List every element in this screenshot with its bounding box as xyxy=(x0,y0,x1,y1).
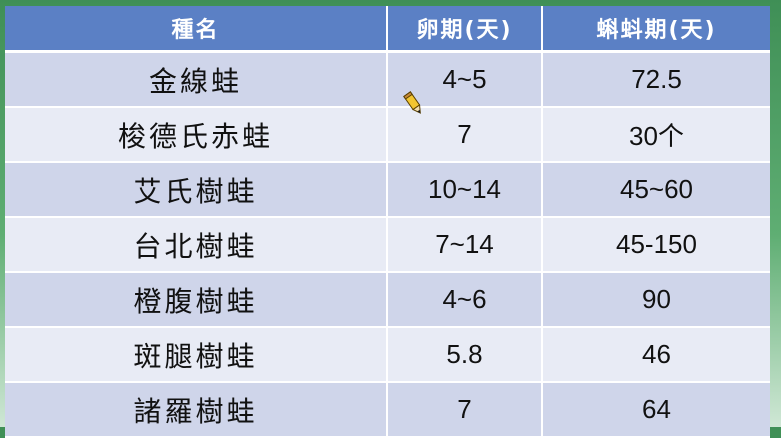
egg-period-cell: 7~14 xyxy=(387,217,543,273)
header-species: 種名 xyxy=(5,6,388,53)
species-cell: 艾氏樹蛙 xyxy=(5,162,388,218)
header-row: 種名 卵期(天) 蝌蚪期(天) xyxy=(5,6,770,53)
header-egg-period: 卵期(天) xyxy=(387,6,543,53)
tadpole-period-cell: 90 xyxy=(542,272,770,328)
tadpole-period-cell: 45-150 xyxy=(542,217,770,273)
table-row: 諸羅樹蛙 7 64 xyxy=(5,382,770,438)
table-row: 台北樹蛙 7~14 45-150 xyxy=(5,217,770,273)
egg-period-cell: 4~6 xyxy=(387,272,543,328)
species-cell: 橙腹樹蛙 xyxy=(5,272,388,328)
pencil-icon[interactable] xyxy=(403,90,425,118)
egg-period-cell: 5.8 xyxy=(387,327,543,383)
slide: 種名 卵期(天) 蝌蚪期(天) 金線蛙 4~5 72.5 梭德氏赤蛙 7 30个… xyxy=(0,0,781,438)
tadpole-period-cell: 46 xyxy=(542,327,770,383)
table-row: 金線蛙 4~5 72.5 xyxy=(5,51,770,108)
species-cell: 斑腿樹蛙 xyxy=(5,327,388,383)
species-cell: 諸羅樹蛙 xyxy=(5,382,388,438)
table-row: 艾氏樹蛙 10~14 45~60 xyxy=(5,162,770,218)
table-row: 斑腿樹蛙 5.8 46 xyxy=(5,327,770,383)
species-cell: 金線蛙 xyxy=(5,51,388,108)
frog-development-table: 種名 卵期(天) 蝌蚪期(天) 金線蛙 4~5 72.5 梭德氏赤蛙 7 30个… xyxy=(5,6,770,438)
tadpole-period-cell: 30个 xyxy=(542,107,770,163)
tadpole-period-cell: 45~60 xyxy=(542,162,770,218)
species-cell: 台北樹蛙 xyxy=(5,217,388,273)
egg-period-cell: 10~14 xyxy=(387,162,543,218)
egg-period-cell: 7 xyxy=(387,382,543,438)
tadpole-period-cell: 64 xyxy=(542,382,770,438)
table-row: 橙腹樹蛙 4~6 90 xyxy=(5,272,770,328)
tadpole-period-cell: 72.5 xyxy=(542,51,770,108)
table-row: 梭德氏赤蛙 7 30个 xyxy=(5,107,770,163)
header-tadpole-period: 蝌蚪期(天) xyxy=(542,6,770,53)
species-cell: 梭德氏赤蛙 xyxy=(5,107,388,163)
